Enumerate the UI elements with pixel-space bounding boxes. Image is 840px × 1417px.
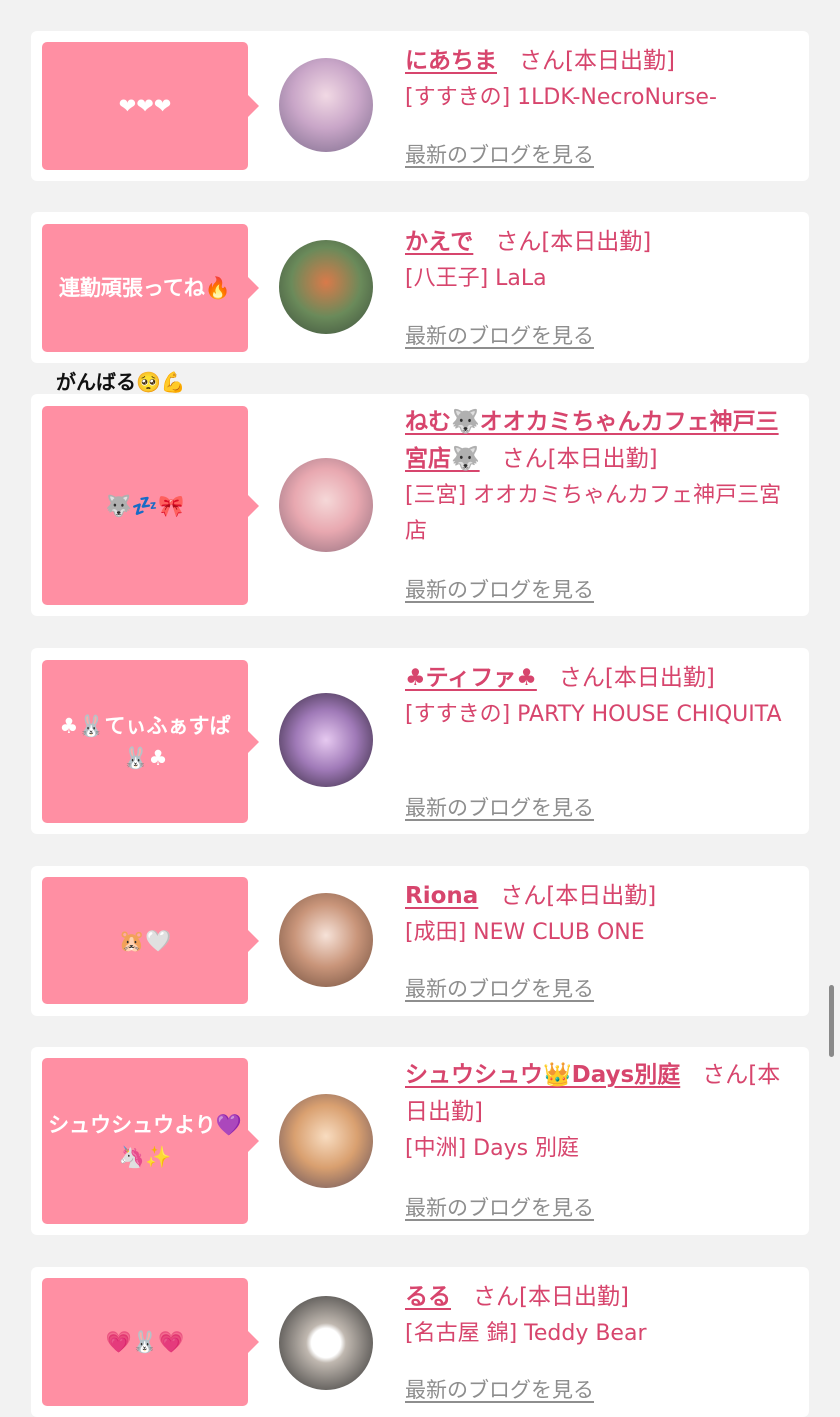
avatar[interactable]	[279, 58, 373, 152]
latest-blog-link[interactable]: 最新のブログを見る	[405, 320, 594, 350]
shop-name: [すすきの] 1LDK-NecroNurse-	[405, 85, 717, 110]
message-card: 連勤頑張ってね🔥 かえで さん[本日出勤] [八王子] LaLa 最新のブログを見…	[31, 212, 809, 363]
message-text: シュウシュウより💜🦄✨	[48, 1113, 242, 1169]
shop-name: [名古屋 錦] Teddy Bear	[405, 1321, 647, 1346]
scrollbar[interactable]	[829, 985, 834, 1057]
message-bubble: 🐹🤍	[42, 877, 259, 1004]
cast-status: さん[本日出勤]	[501, 446, 658, 472]
message-text: ♣🐰てぃふぁすぱ🐰♣	[59, 713, 231, 770]
message-text: 🐺💤🎀	[105, 493, 185, 518]
message-text: ❤❤❤	[118, 94, 172, 118]
shop-name: [成田] NEW CLUB ONE	[405, 920, 645, 945]
cast-name-link[interactable]: ♣ティファ♣	[405, 665, 537, 691]
avatar[interactable]	[279, 893, 373, 987]
cast-name-link[interactable]: Riona	[405, 883, 478, 909]
message-card: 💗🐰💗 るる さん[本日出勤] [名古屋 錦] Teddy Bear 最新のブログ…	[31, 1267, 809, 1417]
message-bubble: ♣🐰てぃふぁすぱ🐰♣	[42, 660, 259, 823]
avatar[interactable]	[279, 240, 373, 334]
shop-name: [中洲] Days 別庭	[405, 1136, 580, 1161]
message-bubble: 💗🐰💗	[42, 1278, 259, 1406]
latest-blog-link[interactable]: 最新のブログを見る	[405, 792, 594, 822]
cast-name-link[interactable]: シュウシュウ👑Days別庭	[405, 1062, 680, 1088]
latest-blog-link[interactable]: 最新のブログを見る	[405, 1192, 594, 1222]
message-card: ♣🐰てぃふぁすぱ🐰♣ ♣ティファ♣ さん[本日出勤] [すすきの] PARTY H…	[31, 648, 809, 834]
message-text: 💗🐰💗	[105, 1330, 185, 1354]
avatar[interactable]	[279, 1094, 373, 1188]
cast-status: さん[本日出勤]	[519, 48, 675, 74]
avatar[interactable]	[279, 693, 373, 787]
message-bubble: シュウシュウより💜🦄✨	[42, 1058, 259, 1224]
message-bubble: ❤❤❤	[42, 42, 259, 170]
message-bubble: 連勤頑張ってね🔥	[42, 224, 259, 352]
avatar[interactable]	[279, 1296, 373, 1390]
reply-text: がんばる🥺💪	[56, 370, 186, 394]
latest-blog-link[interactable]: 最新のブログを見る	[405, 973, 594, 1003]
message-text: 連勤頑張ってね🔥	[58, 276, 232, 300]
message-text: 🐹🤍	[118, 928, 172, 953]
cast-status: さん[本日出勤]	[558, 665, 715, 691]
cast-name-link[interactable]: るる	[405, 1284, 451, 1310]
message-card: ❤❤❤ にあちま さん[本日出勤] [すすきの] 1LDK-NecroNurse-…	[31, 31, 809, 181]
message-bubble: 🐺💤🎀	[42, 406, 259, 605]
latest-blog-link[interactable]: 最新のブログを見る	[405, 574, 594, 604]
latest-blog-link[interactable]: 最新のブログを見る	[405, 1374, 594, 1404]
shop-name: [八王子] LaLa	[405, 266, 547, 291]
message-card: シュウシュウより💜🦄✨ シュウシュウ👑Days別庭 さん[本日出勤] [中洲] D…	[31, 1047, 809, 1235]
message-card: 🐹🤍 Riona さん[本日出勤] [成田] NEW CLUB ONE 最新のブロ…	[31, 866, 809, 1016]
shop-name: [三宮] オオカミちゃんカフェ神戸三宮店	[405, 483, 782, 544]
cast-status: さん[本日出勤]	[495, 229, 652, 255]
shop-name: [すすきの] PARTY HOUSE CHIQUITA	[405, 702, 782, 727]
cast-status: さん[本日出勤]	[473, 1284, 629, 1310]
cast-status: さん[本日出勤]	[500, 883, 657, 909]
cast-name-link[interactable]: にあちま	[405, 48, 497, 74]
avatar[interactable]	[279, 458, 373, 552]
message-card: 🐺💤🎀 ねむ🐺オオカミちゃんカフェ神戸三宮店🐺 さん[本日出勤] [三宮] オオカ…	[31, 394, 809, 616]
latest-blog-link[interactable]: 最新のブログを見る	[405, 139, 594, 169]
cast-name-link[interactable]: かえで	[405, 229, 473, 255]
